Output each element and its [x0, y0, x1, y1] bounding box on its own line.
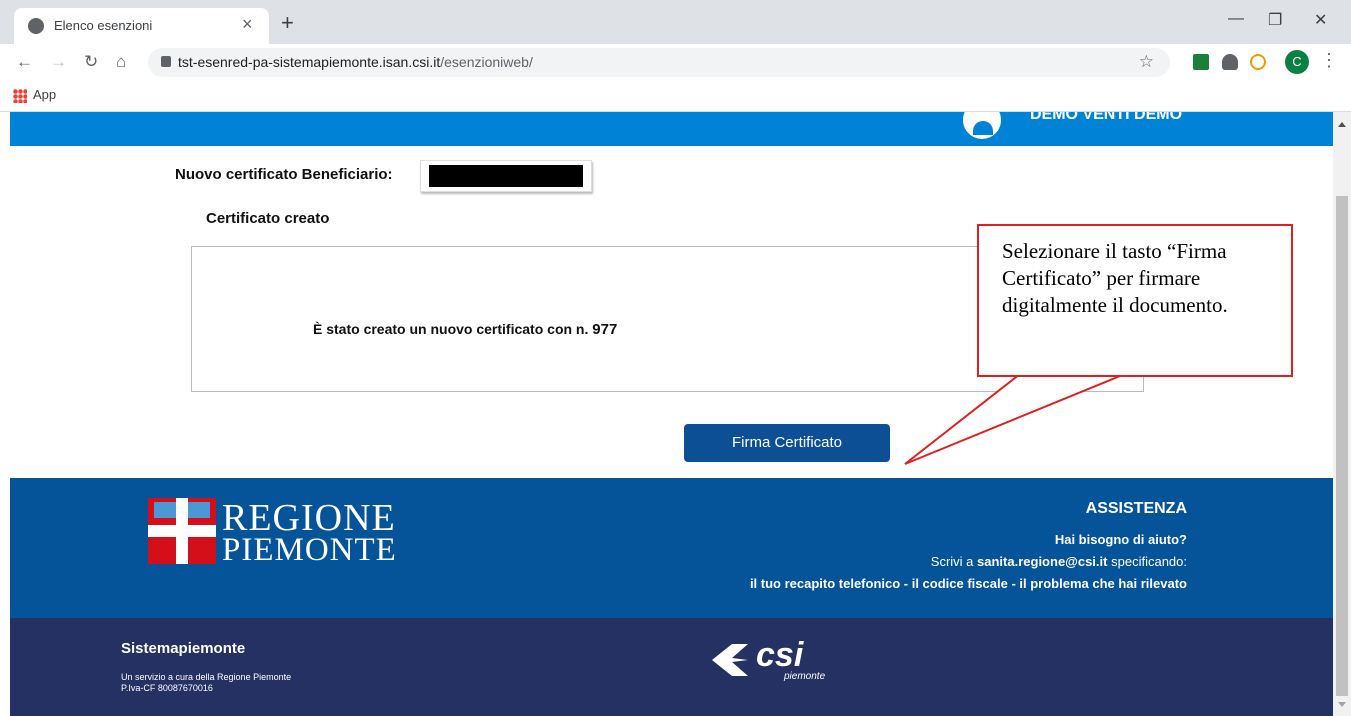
- csi-logo-text: csi: [756, 636, 804, 674]
- callout-text: Selezionare il tasto “Firma Certificato”…: [1002, 239, 1228, 317]
- assistance-requirements: il tuo recapito telefonico - il codice f…: [749, 576, 1187, 591]
- extension-spy-icon[interactable]: [1222, 54, 1238, 70]
- logo-line-2: PIEMONTE: [222, 532, 397, 568]
- vertical-scrollbar[interactable]: [1333, 112, 1351, 716]
- service-subtitle: Un servizio a cura della Regione Piemont…: [121, 672, 292, 682]
- profile-avatar[interactable]: C: [1285, 50, 1309, 74]
- reload-icon[interactable]: ↻: [84, 52, 98, 72]
- apps-grid-icon[interactable]: [13, 89, 27, 103]
- extension-timer-icon[interactable]: [1250, 54, 1266, 70]
- service-title: Sistemapiemonte: [121, 640, 246, 657]
- page-viewport: DEMO VENTI DEMO Nuovo certificato Benefi…: [0, 112, 1333, 716]
- assistance-help: Hai bisogno di aiuto?: [1054, 532, 1187, 547]
- address-bar[interactable]: tst-esenred-pa-sistemapiemonte.isan.csi.…: [148, 48, 1170, 77]
- back-arrow-icon[interactable]: ←: [16, 52, 33, 72]
- browser-tab[interactable]: Elenco esenzioni ×: [14, 8, 269, 44]
- assistance-contact: Scrivi a sanita.regione@csi.it specifica…: [930, 554, 1187, 569]
- url-text: tst-esenred-pa-sistemapiemonte.isan.csi.…: [178, 54, 533, 70]
- bookmark-star-icon[interactable]: ☆: [1139, 52, 1154, 72]
- close-window-icon[interactable]: ✕: [1314, 10, 1327, 30]
- assistance-footer: REGIONE PIEMONTE ASSISTENZA Hai bisogno …: [10, 478, 1333, 618]
- piemonte-flag-icon: [148, 498, 216, 564]
- csi-logo-subtext: piemonte: [784, 671, 826, 682]
- csi-piemonte-logo[interactable]: csi piemonte: [710, 636, 840, 688]
- new-tab-button[interactable]: +: [281, 10, 294, 36]
- service-footer: Sistemapiemonte Un servizio a cura della…: [10, 618, 1333, 716]
- service-vat: P.Iva-CF 80087670016: [121, 683, 213, 693]
- kebab-menu-icon[interactable]: ⋮: [1320, 50, 1338, 71]
- tab-close-icon[interactable]: ×: [242, 14, 253, 35]
- browser-toolbar: ← → ↻ ⌂ tst-esenred-pa-sistemapiemonte.i…: [0, 44, 1351, 80]
- bookmarks-bar: App: [0, 80, 1351, 112]
- scroll-up-icon[interactable]: [1338, 122, 1346, 127]
- apps-shortcut[interactable]: App: [33, 87, 56, 102]
- extension-sheets-icon[interactable]: [1193, 54, 1209, 70]
- regione-piemonte-logo[interactable]: REGIONE PIEMONTE: [148, 497, 396, 570]
- restore-icon[interactable]: ❐: [1268, 10, 1282, 30]
- instruction-callout: Selezionare il tasto “Firma Certificato”…: [977, 224, 1293, 377]
- scroll-down-icon[interactable]: [1338, 702, 1346, 707]
- tab-title: Elenco esenzioni: [54, 18, 153, 33]
- csi-mark-icon: [712, 644, 748, 676]
- assistance-email-link[interactable]: sanita.regione@csi.it: [977, 554, 1107, 569]
- home-icon[interactable]: ⌂: [116, 52, 126, 72]
- browser-tab-strip: Elenco esenzioni × + — ❐ ✕: [0, 0, 1351, 44]
- assistance-title: ASSISTENZA: [1085, 500, 1187, 517]
- lock-icon: [161, 56, 171, 67]
- globe-icon: [28, 18, 44, 34]
- minimize-icon[interactable]: —: [1228, 10, 1244, 28]
- scrollbar-thumb[interactable]: [1336, 196, 1348, 696]
- forward-arrow-icon[interactable]: →: [50, 52, 67, 72]
